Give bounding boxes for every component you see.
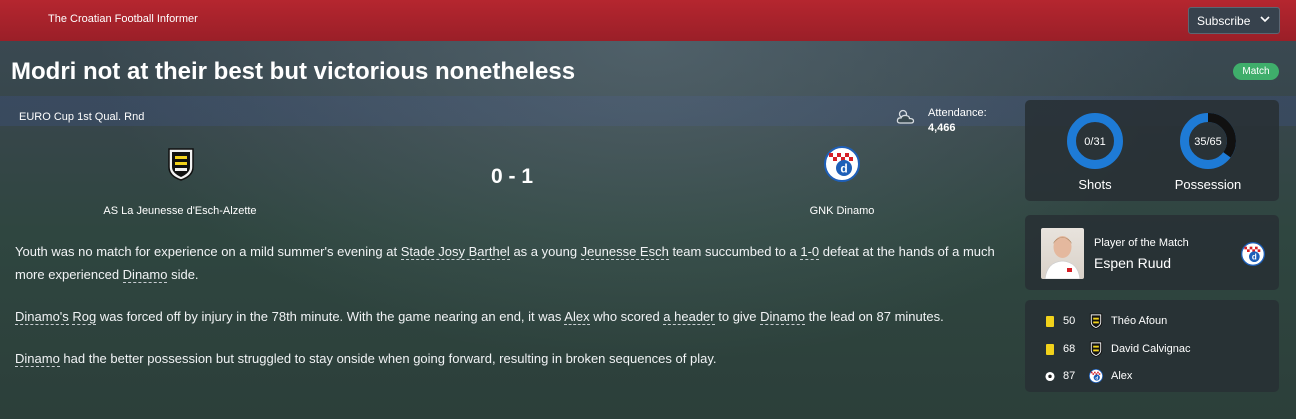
team-link[interactable]: Dinamo bbox=[760, 309, 805, 325]
event-player[interactable]: David Calvignac bbox=[1111, 343, 1190, 355]
possession-value: 35/65 bbox=[1194, 136, 1222, 148]
dinamo-crest-icon: d bbox=[1089, 369, 1103, 383]
event-minute: 87 bbox=[1063, 370, 1076, 382]
goal-ball-icon bbox=[1045, 371, 1055, 382]
possession-label: Possession bbox=[1174, 177, 1242, 192]
subscribe-button[interactable]: Subscribe bbox=[1188, 7, 1280, 34]
top-bar: The Croatian Football Informer Subscribe bbox=[0, 0, 1296, 41]
home-team-name[interactable]: AS La Jeunesse d'Esch-Alzette bbox=[40, 205, 320, 217]
shots-value: 0/31 bbox=[1084, 136, 1106, 148]
match-events-panel: 50 Théo Afoun 68 David Calvignac 87 d Al… bbox=[1025, 300, 1279, 392]
text: side. bbox=[167, 267, 199, 282]
text: the lead on 87 minutes. bbox=[804, 309, 944, 324]
stadium-link[interactable]: Stade Josy Barthel bbox=[400, 244, 510, 260]
publication-name: The Croatian Football Informer bbox=[48, 13, 198, 25]
dinamo-crest-icon: d bbox=[1241, 242, 1265, 266]
event-row[interactable]: 68 David Calvignac bbox=[1025, 339, 1279, 359]
event-minute: 68 bbox=[1063, 343, 1076, 355]
article-body: Youth was no match for experience on a m… bbox=[15, 240, 1015, 389]
player-of-match-label: Player of the Match bbox=[1094, 237, 1189, 249]
event-player[interactable]: Alex bbox=[1111, 370, 1132, 382]
home-team-crest[interactable] bbox=[167, 147, 195, 181]
svg-text:d: d bbox=[1095, 375, 1098, 380]
text: who scored bbox=[589, 309, 664, 324]
paragraph-1: Youth was no match for experience on a m… bbox=[15, 240, 1015, 286]
subscribe-label: Subscribe bbox=[1197, 13, 1251, 28]
shots-label: Shots bbox=[1078, 177, 1112, 192]
yellow-card-icon bbox=[1046, 344, 1054, 355]
chevron-down-icon bbox=[1260, 16, 1270, 23]
team-link[interactable]: Dinamo's bbox=[15, 309, 69, 325]
text: as a young bbox=[509, 244, 581, 259]
svg-text:d: d bbox=[840, 162, 847, 176]
text: had the better possession but struggled … bbox=[59, 351, 717, 366]
attendance-value: 4,466 bbox=[928, 122, 956, 134]
match-stats-panel: 0/31 Shots 35/65 Possession bbox=[1025, 100, 1279, 201]
event-minute: 50 bbox=[1063, 315, 1076, 327]
team-link[interactable]: Dinamo bbox=[122, 267, 168, 283]
event-row[interactable]: 50 Théo Afoun bbox=[1025, 311, 1279, 331]
player-photo bbox=[1041, 228, 1084, 279]
player-of-match-name[interactable]: Espen Ruud bbox=[1094, 255, 1171, 271]
text: Youth was no match for experience on a m… bbox=[15, 244, 401, 259]
event-player[interactable]: Théo Afoun bbox=[1111, 315, 1167, 327]
competition-name: EURO Cup 1st Qual. Rnd bbox=[19, 111, 145, 123]
player-of-match-panel[interactable]: Player of the Match Espen Ruud d bbox=[1025, 215, 1279, 290]
score-link[interactable]: 1-0 bbox=[800, 244, 820, 260]
event-row[interactable]: 87 d Alex bbox=[1025, 366, 1279, 386]
attendance-label: Attendance: bbox=[928, 107, 987, 119]
paragraph-3: Dinamo had the better possession but str… bbox=[15, 347, 1015, 370]
player-link[interactable]: Alex bbox=[564, 309, 590, 325]
jeunesse-crest-icon bbox=[1089, 341, 1103, 357]
svg-text:d: d bbox=[1252, 253, 1257, 262]
team-link[interactable]: Dinamo bbox=[15, 351, 60, 367]
text: to give bbox=[714, 309, 761, 324]
away-team-name[interactable]: GNK Dinamo bbox=[742, 205, 942, 217]
goal-link[interactable]: a header bbox=[663, 309, 715, 325]
yellow-card-icon bbox=[1046, 316, 1054, 327]
match-score: 0 - 1 bbox=[490, 165, 534, 188]
jeunesse-crest-icon bbox=[1089, 313, 1103, 329]
away-team-crest[interactable]: d bbox=[824, 146, 860, 182]
text: team succumbed to a bbox=[668, 244, 801, 259]
cloudy-icon bbox=[896, 109, 915, 124]
paragraph-2: Dinamo's Rog was forced off by injury in… bbox=[15, 305, 1015, 328]
team-link[interactable]: Jeunesse Esch bbox=[580, 244, 669, 260]
player-portrait-icon bbox=[1044, 236, 1081, 279]
article-headline: Modri not at their best but victorious n… bbox=[11, 58, 576, 85]
match-badge: Match bbox=[1233, 63, 1279, 80]
player-link[interactable]: Rog bbox=[72, 309, 97, 325]
text: was forced off by injury in the 78th min… bbox=[96, 309, 565, 324]
